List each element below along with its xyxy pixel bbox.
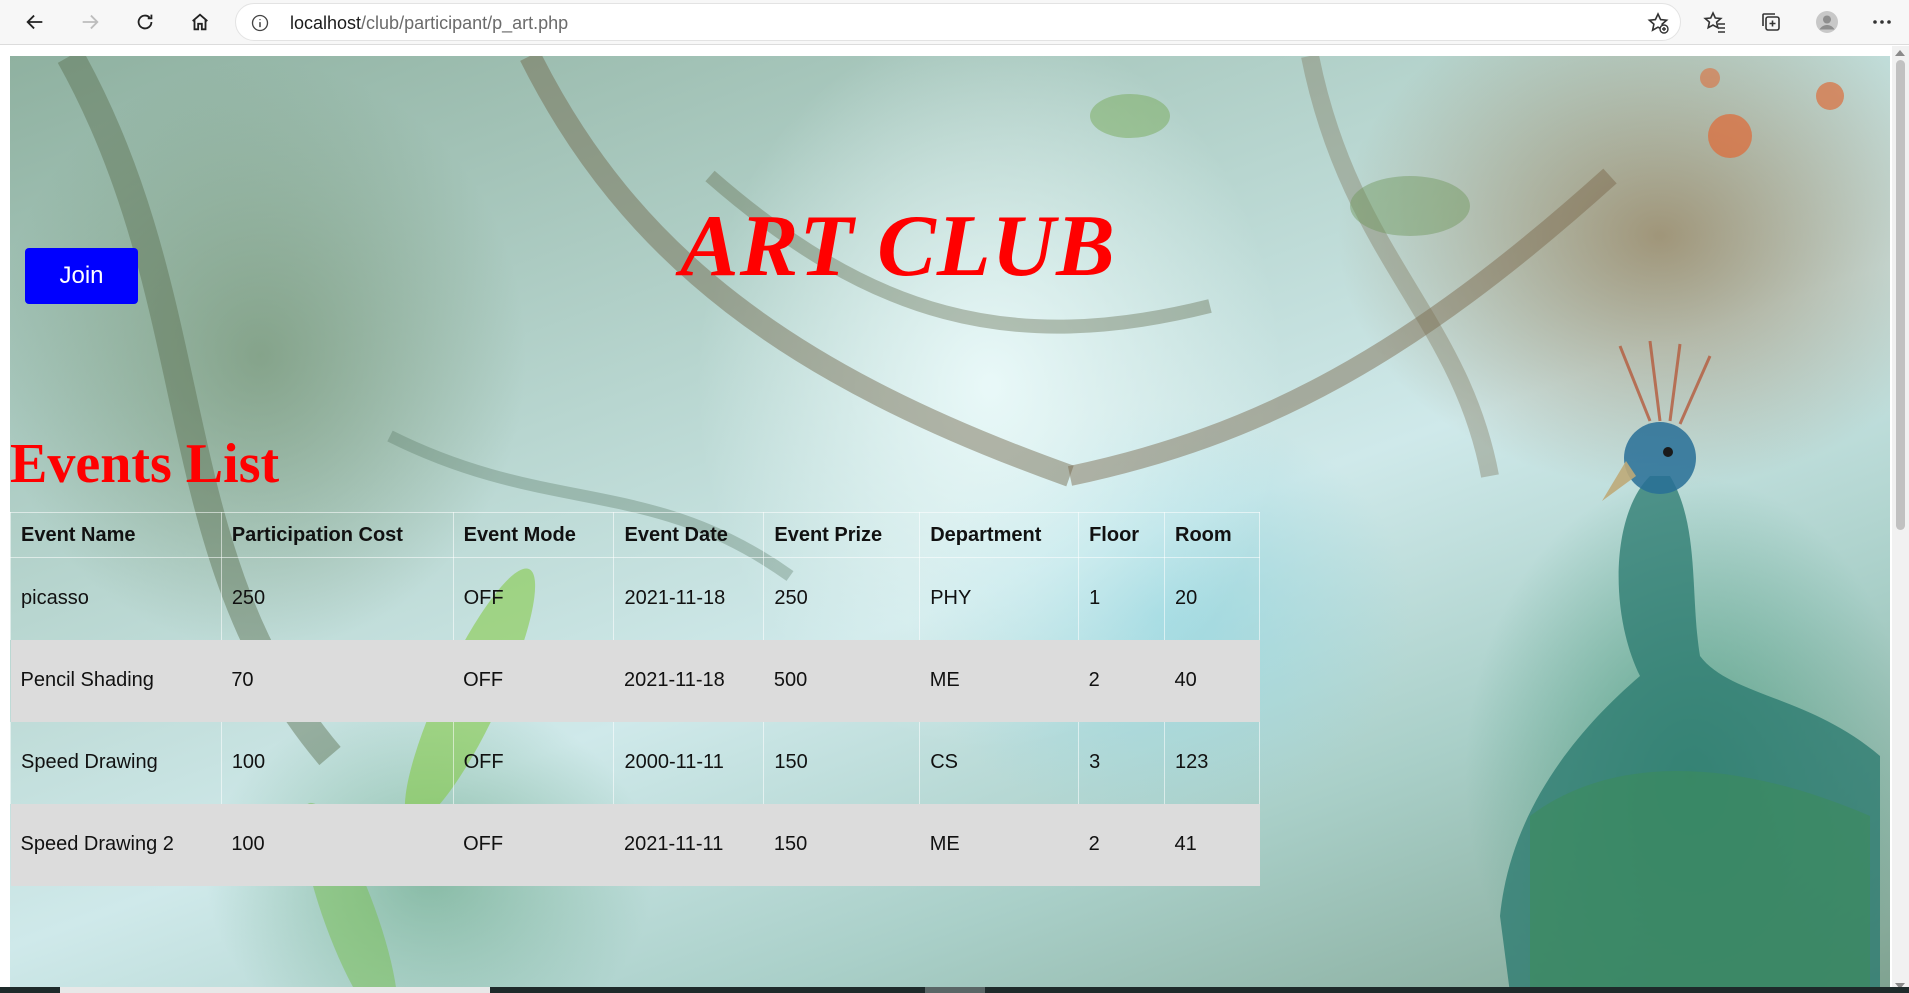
table-row: Pencil Shading 70 OFF 2021-11-18 500 ME … bbox=[10, 639, 1260, 722]
cell-event-name: Speed Drawing 2 bbox=[10, 803, 222, 886]
cell-department: ME bbox=[919, 639, 1079, 722]
table-row: Speed Drawing 100 OFF 2000-11-11 150 CS … bbox=[10, 721, 1260, 804]
header-floor: Floor bbox=[1078, 512, 1166, 558]
header-event-prize: Event Prize bbox=[763, 512, 921, 558]
header-room: Room bbox=[1164, 512, 1260, 558]
cell-event-mode: OFF bbox=[452, 557, 615, 640]
cell-department: CS bbox=[919, 721, 1080, 804]
cell-department: PHY bbox=[919, 557, 1080, 640]
home-icon bbox=[192, 13, 208, 31]
collections-icon bbox=[1762, 13, 1780, 31]
cell-floor: 2 bbox=[1078, 639, 1165, 722]
table-row: Speed Drawing 2 100 OFF 2021-11-11 150 M… bbox=[10, 803, 1260, 886]
taskbar-segment bbox=[925, 987, 985, 993]
forward-arrow-icon bbox=[82, 14, 99, 30]
cell-event-name: Pencil Shading bbox=[10, 639, 222, 722]
cell-floor: 3 bbox=[1078, 721, 1166, 804]
page-viewport: Join ART CLUB Events List Event Name Par… bbox=[0, 46, 1909, 993]
cell-event-date: 2000-11-11 bbox=[613, 721, 765, 804]
header-event-date: Event Date bbox=[613, 512, 765, 558]
url-text[interactable]: localhost/club/participant/p_art.php bbox=[290, 13, 568, 34]
vertical-scrollbar[interactable] bbox=[1892, 46, 1909, 993]
cell-event-mode: OFF bbox=[453, 639, 614, 722]
taskbar-strip bbox=[0, 987, 1909, 993]
favorites-button[interactable] bbox=[1701, 8, 1729, 36]
cell-room: 41 bbox=[1164, 803, 1260, 886]
info-icon[interactable] bbox=[250, 13, 270, 33]
browser-toolbar: localhost/club/participant/p_art.php bbox=[0, 0, 1909, 45]
cell-floor: 2 bbox=[1078, 803, 1165, 886]
profile-button[interactable] bbox=[1813, 8, 1841, 36]
page-title: ART CLUB bbox=[680, 198, 1116, 295]
back-arrow-icon bbox=[26, 14, 43, 30]
favorites-icon bbox=[1703, 11, 1725, 33]
cell-event-prize: 150 bbox=[763, 721, 921, 804]
refresh-button[interactable] bbox=[127, 4, 163, 40]
header-participation-cost: Participation Cost bbox=[220, 512, 454, 558]
more-icon bbox=[1873, 20, 1891, 24]
cell-event-prize: 150 bbox=[763, 803, 920, 886]
scroll-thumb[interactable] bbox=[1896, 60, 1905, 530]
table-header-row: Event Name Participation Cost Event Mode… bbox=[10, 512, 1260, 558]
cell-room: 20 bbox=[1164, 557, 1260, 640]
forward-button[interactable] bbox=[72, 4, 108, 40]
scroll-up-arrow-icon[interactable] bbox=[1895, 50, 1905, 56]
url-host: localhost bbox=[290, 13, 362, 33]
table-row: picasso 250 OFF 2021-11-18 250 PHY 1 20 bbox=[10, 557, 1260, 640]
back-button[interactable] bbox=[17, 4, 53, 40]
cell-event-name: picasso bbox=[10, 557, 222, 640]
cell-event-prize: 500 bbox=[763, 639, 920, 722]
header-event-mode: Event Mode bbox=[452, 512, 615, 558]
cell-event-date: 2021-11-18 bbox=[613, 557, 765, 640]
profile-icon bbox=[1816, 11, 1838, 33]
home-button[interactable] bbox=[182, 4, 218, 40]
cell-participation-cost: 100 bbox=[220, 721, 454, 804]
taskbar-segment bbox=[60, 987, 490, 993]
jungle-background: Join ART CLUB Events List Event Name Par… bbox=[10, 56, 1890, 993]
cell-floor: 1 bbox=[1078, 557, 1166, 640]
cell-participation-cost: 250 bbox=[220, 557, 454, 640]
more-button[interactable] bbox=[1868, 8, 1896, 36]
header-event-name: Event Name bbox=[10, 512, 222, 558]
cell-event-date: 2021-11-11 bbox=[613, 803, 764, 886]
add-favorite-icon[interactable] bbox=[1646, 11, 1670, 35]
cell-event-mode: OFF bbox=[452, 721, 615, 804]
cell-room: 40 bbox=[1164, 639, 1260, 722]
cell-participation-cost: 100 bbox=[221, 803, 454, 886]
cell-event-prize: 250 bbox=[763, 557, 921, 640]
url-path: /club/participant/p_art.php bbox=[361, 13, 569, 33]
address-bar[interactable]: localhost/club/participant/p_art.php bbox=[235, 3, 1681, 41]
cell-event-name: Speed Drawing bbox=[10, 721, 222, 804]
refresh-icon bbox=[137, 14, 153, 30]
events-table: Event Name Participation Cost Event Mode… bbox=[10, 512, 1260, 886]
header-department: Department bbox=[919, 512, 1080, 558]
cell-department: ME bbox=[919, 803, 1079, 886]
cell-event-mode: OFF bbox=[453, 803, 614, 886]
events-heading: Events List bbox=[10, 433, 280, 495]
cell-participation-cost: 70 bbox=[221, 639, 454, 722]
cell-room: 123 bbox=[1164, 721, 1260, 804]
collections-button[interactable] bbox=[1757, 8, 1785, 36]
cell-event-date: 2021-11-18 bbox=[613, 639, 764, 722]
join-button[interactable]: Join bbox=[25, 248, 138, 304]
